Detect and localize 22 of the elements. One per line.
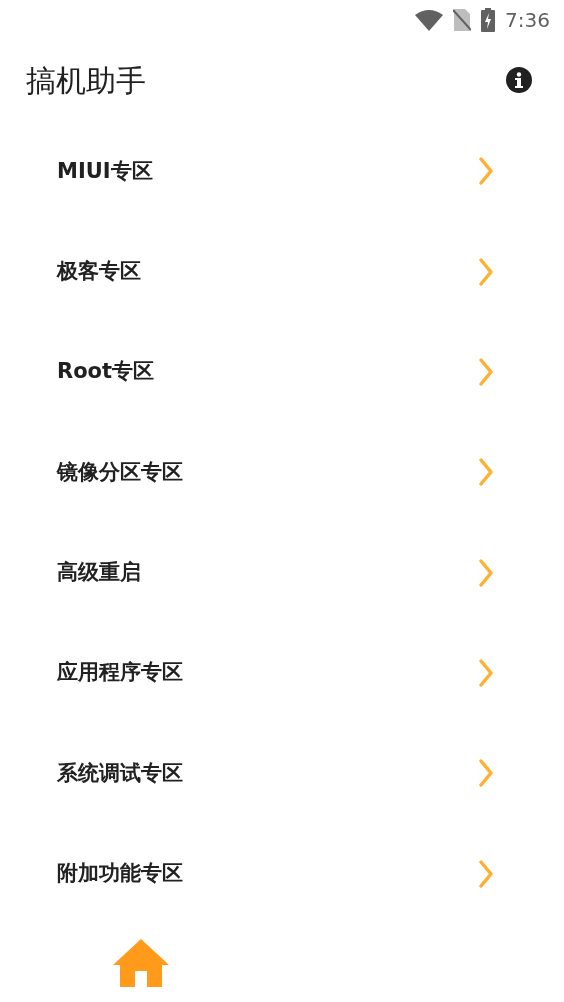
menu-item[interactable]: 极客专区 — [0, 221, 564, 322]
menu-item[interactable]: 系统调试专区 — [0, 723, 564, 824]
chevron-right-icon — [478, 156, 494, 187]
chevron-right-icon — [478, 256, 494, 287]
chevron-right-icon — [478, 657, 494, 688]
battery-charging-icon — [481, 7, 496, 32]
status-time: 7:36 — [505, 6, 550, 34]
menu-item[interactable]: MIUI专区 — [0, 121, 564, 222]
menu-item[interactable]: 附加功能专区 — [0, 823, 564, 924]
app-title: 搞机助手 — [26, 61, 146, 100]
chevron-right-icon — [478, 557, 494, 588]
menu-item[interactable]: 镜像分区专区 — [0, 422, 564, 523]
menu-item[interactable]: 高级重启 — [0, 522, 564, 623]
chevron-right-icon — [478, 357, 494, 388]
menu-item[interactable]: Root专区 — [0, 321, 564, 423]
no-sim-icon — [453, 8, 472, 31]
menu-item[interactable]: 应用程序专区 — [0, 622, 564, 724]
chevron-right-icon — [478, 457, 494, 488]
chevron-right-icon — [478, 858, 494, 889]
info-icon[interactable] — [506, 67, 532, 94]
chevron-right-icon — [478, 758, 494, 789]
wifi-icon — [415, 8, 444, 31]
